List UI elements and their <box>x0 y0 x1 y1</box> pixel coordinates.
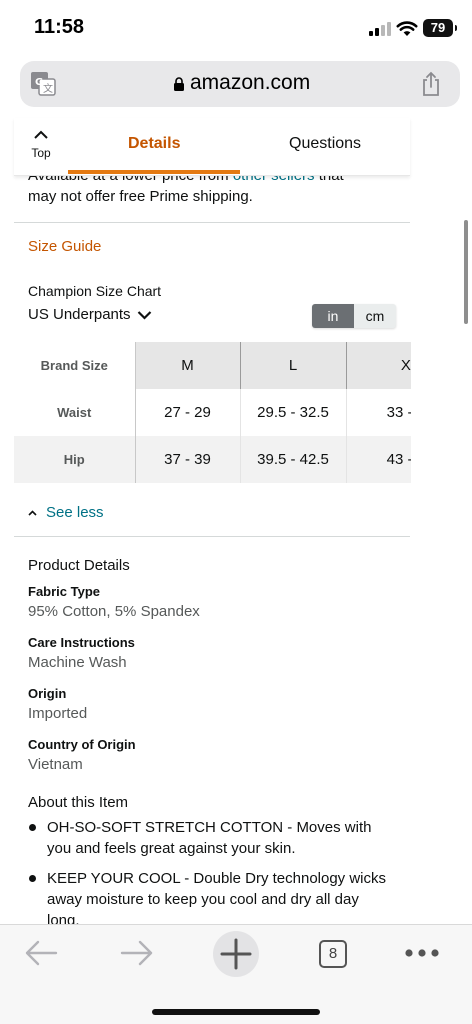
see-less-label: See less <box>46 504 104 521</box>
size-table[interactable]: Brand Size M L XL Waist 27 - 29 29.5 - 3… <box>14 342 411 484</box>
table-cell: 33 - 36 <box>346 389 411 436</box>
battery-indicator: 79 <box>423 19 457 37</box>
top-button[interactable]: Top <box>14 118 68 176</box>
size-column-m: M <box>135 342 241 389</box>
svg-text:文: 文 <box>43 82 53 95</box>
region-dropdown[interactable]: US Underpants <box>28 306 152 323</box>
table-header-label: Brand Size <box>14 342 136 389</box>
browser-toolbar: 8 <box>0 924 472 1024</box>
tab-header: Top Details Questions <box>14 118 410 176</box>
detail-value-fabric-type: 95% Cotton, 5% Spandex <box>28 603 200 620</box>
see-less-button[interactable]: See less <box>28 504 104 521</box>
translate-icon[interactable]: G 文 <box>30 71 56 97</box>
home-indicator <box>152 1009 320 1015</box>
row-label-waist: Waist <box>14 389 136 436</box>
unit-in-button[interactable]: in <box>312 304 354 328</box>
more-options-icon[interactable] <box>404 947 440 959</box>
size-column-l: L <box>240 342 347 389</box>
size-column-xl: XL <box>346 342 411 389</box>
divider <box>14 222 410 223</box>
offer-text-continued: may not offer free Prime shipping. <box>28 188 253 205</box>
size-chart-label: Champion Size Chart <box>28 283 162 299</box>
table-cell: 43 - 46 <box>346 436 411 483</box>
signal-icon <box>369 22 391 36</box>
address-bar[interactable]: G 文 amazon.com <box>20 61 460 107</box>
status-time: 11:58 <box>34 16 85 38</box>
detail-value-country-of-origin: Vietnam <box>28 756 83 773</box>
tabs-button[interactable]: 8 <box>319 940 347 968</box>
url-text[interactable]: amazon.com <box>190 71 310 95</box>
chevron-up-small-icon <box>28 509 37 516</box>
active-tab-underline <box>68 170 240 174</box>
status-bar: 11:58 79 <box>0 0 472 58</box>
chevron-down-icon <box>137 310 151 320</box>
detail-value-care-instructions: Machine Wash <box>28 654 127 671</box>
table-row: Hip 37 - 39 39.5 - 42.5 43 - 46 <box>14 436 411 483</box>
detail-label-origin: Origin <box>28 686 67 701</box>
region-dropdown-value: US Underpants <box>28 306 131 323</box>
size-guide-heading[interactable]: Size Guide <box>28 238 101 255</box>
detail-label-care-instructions: Care Instructions <box>28 635 135 650</box>
about-bullet: KEEP YOUR COOL - Double Dry technology w… <box>28 868 388 931</box>
about-bullet: OH-SO-SOFT STRETCH COTTON - Moves with y… <box>28 817 388 859</box>
detail-label-fabric-type: Fabric Type <box>28 584 101 599</box>
product-details-heading: Product Details <box>28 557 130 574</box>
wifi-icon <box>396 21 418 36</box>
top-label: Top <box>31 146 51 160</box>
plus-icon <box>220 938 252 970</box>
share-icon[interactable] <box>420 71 442 97</box>
forward-arrow-icon[interactable] <box>120 939 154 967</box>
unit-cm-button[interactable]: cm <box>354 304 396 328</box>
table-cell: 39.5 - 42.5 <box>240 436 347 483</box>
table-cell: 29.5 - 32.5 <box>240 389 347 436</box>
scrollbar[interactable] <box>464 220 468 324</box>
unit-toggle: in cm <box>312 304 396 328</box>
divider <box>14 536 410 537</box>
table-cell: 37 - 39 <box>135 436 241 483</box>
chevron-up-icon <box>34 130 48 139</box>
table-row: Waist 27 - 29 29.5 - 32.5 33 - 36 <box>14 389 411 436</box>
about-heading: About this Item <box>28 794 129 811</box>
new-tab-button[interactable] <box>213 931 259 977</box>
lock-icon <box>174 77 184 91</box>
back-arrow-icon[interactable] <box>24 939 58 967</box>
tab-questions[interactable]: Questions <box>289 135 361 153</box>
svg-text:G: G <box>35 77 43 88</box>
detail-value-origin: Imported <box>28 705 88 722</box>
tab-details[interactable]: Details <box>128 135 180 153</box>
detail-label-country-of-origin: Country of Origin <box>28 737 136 752</box>
table-header-row: Brand Size M L XL <box>14 342 411 389</box>
row-label-hip: Hip <box>14 436 136 483</box>
table-cell: 27 - 29 <box>135 389 241 436</box>
